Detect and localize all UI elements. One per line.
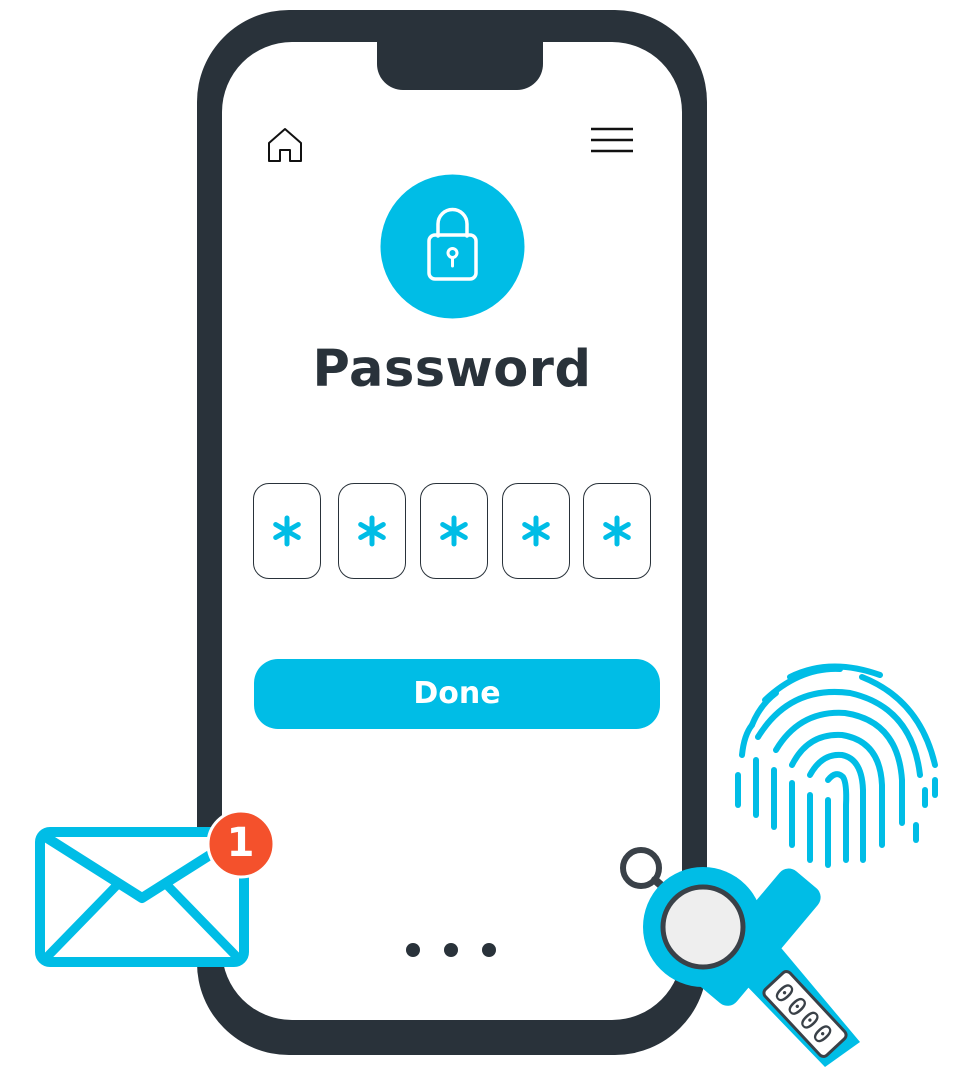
key-tag-icon: 0000 <box>620 847 860 1067</box>
done-button[interactable]: Done <box>254 659 660 729</box>
page-title: Password <box>312 340 592 399</box>
fingerprint-icon <box>735 663 938 868</box>
asterisk-icon <box>273 515 301 547</box>
page-indicator-dot[interactable] <box>406 943 420 957</box>
asterisk-icon <box>440 515 468 547</box>
asterisk-icon <box>603 515 631 547</box>
pin-digit-box[interactable] <box>253 483 321 579</box>
asterisk-icon <box>358 515 386 547</box>
pin-digit-box[interactable] <box>502 483 570 579</box>
phone-notch <box>377 30 543 90</box>
padlock-icon <box>380 174 525 319</box>
home-icon[interactable] <box>266 126 304 164</box>
pin-digit-box[interactable] <box>338 483 406 579</box>
page-indicator-dot[interactable] <box>482 943 496 957</box>
pin-digit-box[interactable] <box>420 483 488 579</box>
pin-digit-box[interactable] <box>583 483 651 579</box>
hamburger-menu-icon[interactable] <box>590 126 634 156</box>
notification-count: 1 <box>226 820 255 866</box>
asterisk-icon <box>522 515 550 547</box>
page-indicator-dot[interactable] <box>444 943 458 957</box>
